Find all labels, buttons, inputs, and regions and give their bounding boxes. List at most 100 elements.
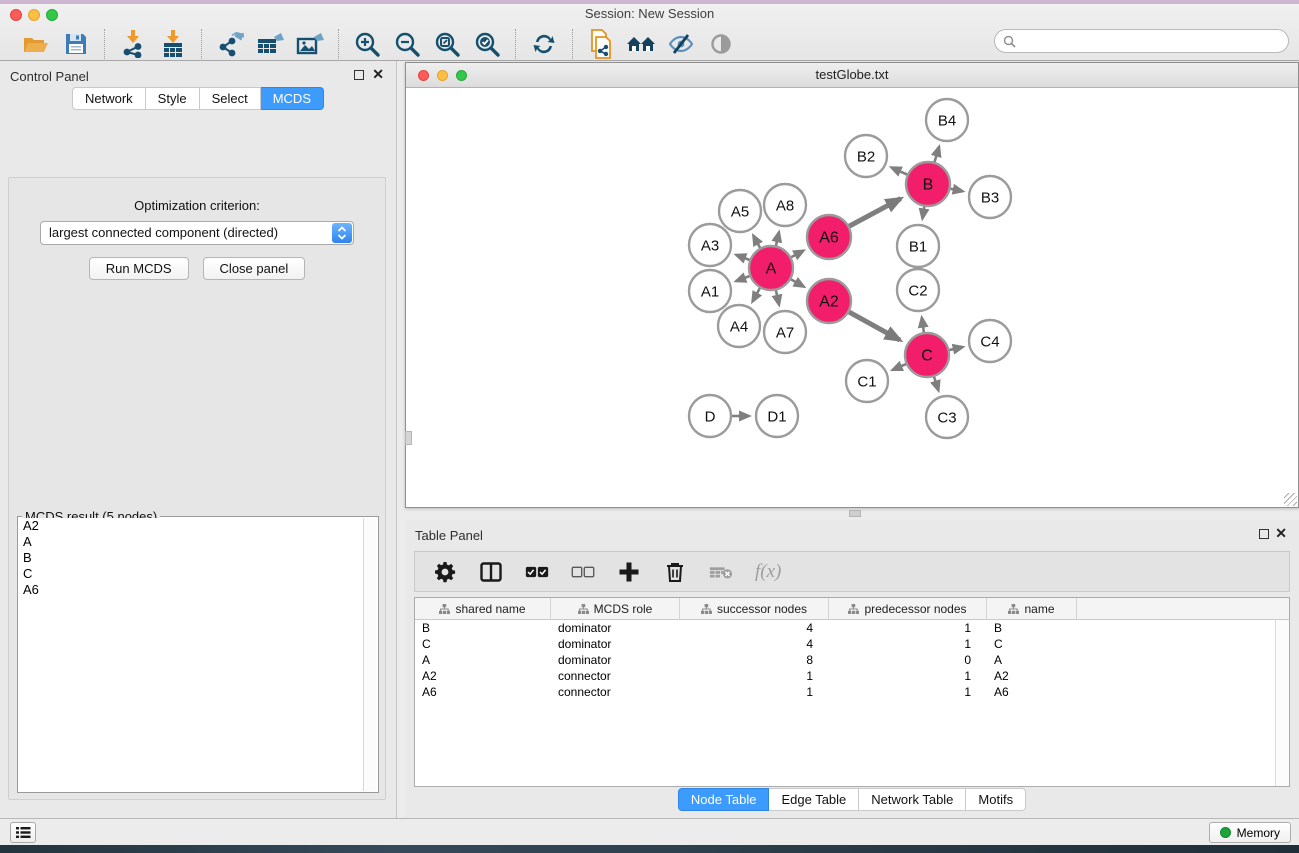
tab-network[interactable]: Network: [72, 87, 146, 110]
graph-node-C[interactable]: C: [905, 333, 949, 377]
mcds-result-list[interactable]: A2ABCA6: [19, 518, 363, 791]
table-deselect-all-icon[interactable]: [571, 560, 595, 584]
mcds-result-item[interactable]: C: [19, 566, 363, 582]
show-details-icon[interactable]: [701, 29, 741, 59]
column-header-successor-nodes[interactable]: successor nodes: [680, 598, 829, 620]
window-resize-grip[interactable]: [1284, 493, 1297, 506]
zoom-out-icon[interactable]: [387, 29, 427, 59]
graph-edge-B-B4[interactable]: [934, 147, 939, 163]
search-input[interactable]: [1016, 32, 1288, 50]
export-table-icon[interactable]: [250, 29, 290, 59]
close-window-button[interactable]: [10, 9, 22, 21]
delete-column-icon[interactable]: [663, 560, 687, 584]
refresh-view-icon[interactable]: [524, 29, 564, 59]
graph-node-B2[interactable]: B2: [845, 135, 887, 177]
mcds-result-scrollbar[interactable]: [363, 518, 377, 791]
graph-edge-A-A4[interactable]: [753, 287, 761, 301]
table-row[interactable]: Adominator80A: [415, 652, 1274, 668]
network-close-button[interactable]: [418, 70, 429, 81]
graph-node-A[interactable]: A: [749, 246, 793, 290]
column-header-name[interactable]: name: [987, 598, 1077, 620]
column-header-shared-name[interactable]: shared name: [415, 598, 551, 620]
graph-edge-C-C4[interactable]: [948, 347, 962, 350]
graph-edge-B-B2[interactable]: [892, 168, 908, 175]
minimize-window-button[interactable]: [28, 9, 40, 21]
task-history-button[interactable]: [10, 822, 36, 843]
tab-select[interactable]: Select: [200, 87, 261, 110]
table-scrollbar[interactable]: [1275, 620, 1289, 786]
add-column-icon[interactable]: [617, 560, 641, 584]
node-table[interactable]: shared nameMCDS rolesuccessor nodesprede…: [414, 597, 1290, 787]
table-tab-edge-table[interactable]: Edge Table: [769, 788, 859, 811]
graph-node-C3[interactable]: C3: [926, 396, 968, 438]
split-handle-left[interactable]: [405, 431, 412, 445]
graph-node-B3[interactable]: B3: [969, 176, 1011, 218]
graph-edge-A-A7[interactable]: [776, 289, 779, 304]
graph-node-A6[interactable]: A6: [807, 215, 851, 259]
mcds-result-item[interactable]: A6: [19, 582, 363, 598]
float-panel-icon[interactable]: [354, 70, 364, 80]
graph-node-A8[interactable]: A8: [764, 184, 806, 226]
tab-mcds[interactable]: MCDS: [261, 87, 324, 110]
graph-edge-A-A5[interactable]: [753, 236, 760, 249]
table-row[interactable]: Cdominator41C: [415, 636, 1274, 652]
table-tab-network-table[interactable]: Network Table: [859, 788, 966, 811]
new-network-from-selection-icon[interactable]: [581, 29, 621, 59]
home-icon[interactable]: [621, 29, 661, 59]
hide-details-icon[interactable]: [661, 29, 701, 59]
table-settings-icon[interactable]: [433, 560, 457, 584]
graph-node-C2[interactable]: C2: [897, 269, 939, 311]
close-panel-icon[interactable]: ✕: [372, 66, 384, 82]
graph-edge-B-B3[interactable]: [950, 189, 963, 192]
network-canvas[interactable]: B4B2BB3A5A8A6B1A3AA1C2A2A4A7C4CC1C3DD1: [406, 88, 1298, 507]
zoom-selected-icon[interactable]: [467, 29, 507, 59]
table-close-panel-icon[interactable]: ✕: [1275, 525, 1287, 541]
graph-edge-A2-C[interactable]: [848, 312, 900, 340]
memory-button[interactable]: Memory: [1209, 822, 1291, 843]
zoom-in-icon[interactable]: [347, 29, 387, 59]
column-header-MCDS-role[interactable]: MCDS role: [551, 598, 680, 620]
delete-table-icon[interactable]: [709, 560, 733, 584]
graph-node-A4[interactable]: A4: [718, 305, 760, 347]
graph-node-A5[interactable]: A5: [719, 190, 761, 232]
table-tab-motifs[interactable]: Motifs: [966, 788, 1026, 811]
graph-edge-A6-B[interactable]: [848, 199, 900, 227]
graph-node-D[interactable]: D: [689, 395, 731, 437]
graph-node-A3[interactable]: A3: [689, 224, 731, 266]
tab-style[interactable]: Style: [146, 87, 200, 110]
graph-edge-C-C2[interactable]: [922, 318, 924, 333]
graph-edge-A-A3[interactable]: [736, 255, 750, 260]
graph-node-A7[interactable]: A7: [764, 311, 806, 353]
table-row[interactable]: Bdominator41B: [415, 620, 1274, 636]
zoom-window-button[interactable]: [46, 9, 58, 21]
graph-edge-C-C3[interactable]: [934, 376, 939, 390]
mcds-result-item[interactable]: A: [19, 534, 363, 550]
import-table-icon[interactable]: [153, 29, 193, 59]
table-row[interactable]: A2connector11A2: [415, 668, 1274, 684]
graph-node-C1[interactable]: C1: [846, 360, 888, 402]
optimization-criterion-dropdown[interactable]: largest connected component (directed): [40, 221, 354, 245]
function-builder-icon[interactable]: f(x): [755, 561, 781, 583]
network-zoom-button[interactable]: [456, 70, 467, 81]
network-minimize-button[interactable]: [437, 70, 448, 81]
graph-node-C4[interactable]: C4: [969, 320, 1011, 362]
network-window-titlebar[interactable]: testGlobe.txt: [406, 63, 1298, 88]
column-header-predecessor-nodes[interactable]: predecessor nodes: [829, 598, 987, 620]
import-network-icon[interactable]: [113, 29, 153, 59]
export-image-icon[interactable]: [290, 29, 330, 59]
mcds-result-item[interactable]: A2: [19, 518, 363, 534]
zoom-fit-icon[interactable]: [427, 29, 467, 59]
table-float-panel-icon[interactable]: [1259, 529, 1269, 539]
graph-edge-C-C1[interactable]: [893, 364, 907, 370]
graph-node-D1[interactable]: D1: [756, 395, 798, 437]
open-session-icon[interactable]: [16, 29, 56, 59]
graph-edge-A-A8[interactable]: [776, 232, 779, 246]
graph-node-B1[interactable]: B1: [897, 225, 939, 267]
table-tab-node-table[interactable]: Node Table: [678, 788, 770, 811]
table-row[interactable]: A6connector11A6: [415, 684, 1274, 700]
graph-edge-B-B1[interactable]: [922, 206, 924, 219]
export-network-icon[interactable]: [210, 29, 250, 59]
table-select-all-icon[interactable]: [525, 560, 549, 584]
mcds-result-item[interactable]: B: [19, 550, 363, 566]
graph-node-A2[interactable]: A2: [807, 279, 851, 323]
